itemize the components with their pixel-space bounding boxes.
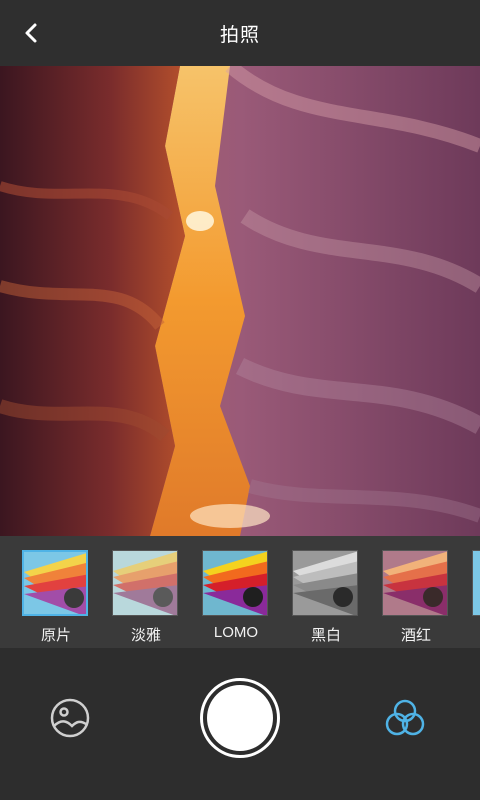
filter-label-lomo: LOMO (213, 624, 259, 641)
thumbnail-bw (292, 550, 358, 616)
balloon-thumbnail-icon (293, 551, 357, 615)
page-title: 拍照 (219, 24, 260, 46)
filter-item-wine[interactable]: 酒红 (382, 550, 450, 645)
bottom-controls (0, 648, 480, 800)
gallery-button[interactable] (48, 696, 92, 740)
balloon-thumbnail-icon (203, 551, 267, 615)
filter-item-elegant[interactable]: 淡雅 (112, 550, 180, 645)
canyon-photo (0, 66, 480, 536)
shutter-inner (207, 685, 273, 751)
shutter-button[interactable] (200, 678, 280, 758)
filter-item-bw[interactable]: 黑白 (292, 550, 360, 645)
filter-item-lomo[interactable]: LOMO (202, 550, 270, 641)
thumbnail-elegant (112, 550, 178, 616)
gallery-icon (50, 698, 90, 738)
balloon-thumbnail-icon (24, 552, 86, 614)
filter-label-elegant: 淡雅 (130, 627, 161, 644)
filter-toggle-button[interactable] (382, 696, 428, 742)
camera-preview[interactable] (0, 66, 480, 536)
filter-circles-icon (385, 699, 425, 736)
camera-screen: 拍照 原片 淡雅 LOMO 黑白 酒红 (0, 0, 480, 800)
top-bar: 拍照 (0, 0, 480, 66)
thumbnail-next (472, 550, 480, 616)
thumbnail-original (22, 550, 88, 616)
filter-strip: 原片 淡雅 LOMO 黑白 酒红 (0, 536, 480, 648)
filter-item-original[interactable]: 原片 (22, 550, 90, 645)
filter-label-bw: 黑白 (310, 627, 341, 644)
filter-item-next[interactable] (472, 550, 480, 616)
balloon-thumbnail-icon (113, 551, 177, 615)
filter-label-wine: 酒红 (400, 627, 431, 644)
thumbnail-wine (382, 550, 448, 616)
balloon-thumbnail-icon (383, 551, 447, 615)
filter-label-original: 原片 (40, 627, 71, 644)
thumbnail-lomo (202, 550, 268, 616)
